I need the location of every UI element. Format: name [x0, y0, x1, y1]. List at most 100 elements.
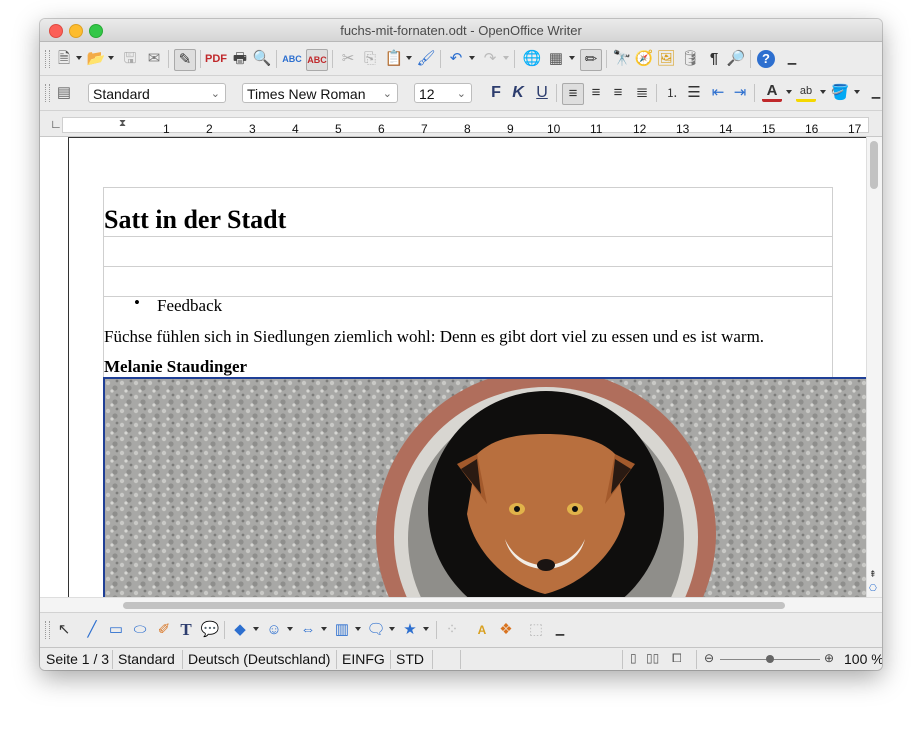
select-pointer-icon[interactable]: ↖: [54, 620, 74, 640]
toolbar-overflow-icon[interactable]: ▁: [866, 83, 882, 103]
navigation-icon[interactable]: ⎔: [869, 583, 877, 594]
callout-shapes-icon[interactable]: 🗨: [366, 620, 386, 640]
article-heading[interactable]: Satt in der Stadt: [104, 205, 286, 235]
page-indicator[interactable]: Seite 1 / 3: [46, 651, 109, 667]
highlighting-dropdown-icon[interactable]: [820, 90, 826, 94]
open-folder-icon[interactable]: 📂: [86, 49, 106, 69]
block-arrows-icon[interactable]: ⇔: [298, 620, 318, 640]
numbering-icon[interactable]: ⒈: [662, 83, 682, 103]
align-right-icon[interactable]: ≡: [608, 83, 628, 103]
email-document-icon[interactable]: ✉: [144, 49, 164, 69]
data-sources-icon[interactable]: 🛢: [680, 49, 700, 69]
left-indent-marker-icon[interactable]: ⧗: [119, 118, 126, 129]
show-draw-functions-icon[interactable]: ✏: [580, 49, 602, 71]
text-tool-icon[interactable]: T: [176, 620, 196, 640]
new-document-icon[interactable]: 🗎: [54, 49, 74, 69]
zoom-icon[interactable]: 🔎: [726, 49, 746, 69]
freeform-line-icon[interactable]: ✐: [154, 620, 174, 640]
table-icon[interactable]: ▦: [546, 49, 566, 69]
print-preview-icon[interactable]: 🔍: [252, 49, 272, 69]
fontwork-icon[interactable]: ❖: [496, 620, 516, 640]
paste-icon[interactable]: 📋: [384, 49, 404, 69]
fox-in-pipe-image[interactable]: [103, 377, 866, 597]
bullets-icon[interactable]: ☰: [684, 83, 704, 103]
extrusion-icon[interactable]: ⬚: [526, 620, 546, 640]
zoom-slider-knob[interactable]: [766, 655, 774, 663]
horizontal-scroll-thumb[interactable]: [123, 602, 785, 609]
flowcharts-icon[interactable]: ▥: [332, 620, 352, 640]
horizontal-ruler[interactable]: ∟ 1 2 3 4 5 6 7 8 9 10 11 12 13 14 15 16…: [40, 111, 882, 137]
undo-dropdown-icon[interactable]: [469, 56, 475, 60]
selection-mode-indicator[interactable]: STD: [396, 651, 424, 667]
open-dropdown-icon[interactable]: [108, 56, 114, 60]
decrease-indent-icon[interactable]: ⇤: [708, 83, 728, 103]
toolbar-grip[interactable]: [45, 84, 50, 102]
align-left-icon[interactable]: ≡: [562, 83, 584, 105]
stars-icon[interactable]: ★: [400, 620, 420, 640]
export-pdf-icon[interactable]: PDF: [205, 49, 227, 69]
highlighting-icon[interactable]: ab: [796, 83, 816, 102]
page-style-indicator[interactable]: Standard: [118, 651, 175, 667]
table-dropdown-icon[interactable]: [569, 56, 575, 60]
background-color-icon[interactable]: 🪣: [830, 83, 850, 103]
author-name[interactable]: Melanie Staudinger: [104, 357, 247, 377]
save-icon[interactable]: 🖫: [120, 49, 140, 69]
redo-icon[interactable]: ↷: [480, 49, 500, 69]
print-icon[interactable]: 🖶: [230, 49, 250, 69]
formatting-marks-icon[interactable]: ¶: [704, 49, 724, 69]
zoom-level[interactable]: 100 %: [844, 651, 882, 667]
toolbar-overflow-icon[interactable]: ▁: [550, 620, 570, 640]
zoom-in-icon[interactable]: ⊕: [824, 651, 834, 665]
italic-button[interactable]: K: [508, 83, 528, 103]
cut-icon[interactable]: ✂: [338, 49, 358, 69]
block-arrows-dropdown-icon[interactable]: [321, 627, 327, 631]
book-view-icon[interactable]: ⧠: [672, 651, 682, 666]
vertical-scrollbar[interactable]: ⇞ ⎔ ⇟: [866, 137, 882, 607]
line-icon[interactable]: ╱: [82, 620, 102, 640]
font-size-select[interactable]: 12 ⌄: [414, 83, 472, 103]
redo-dropdown-icon[interactable]: [503, 56, 509, 60]
lead-paragraph[interactable]: Füchse fühlen sich in Siedlungen ziemlic…: [104, 327, 764, 347]
copy-icon[interactable]: ⎘: [360, 49, 380, 69]
justify-icon[interactable]: ≣: [632, 83, 652, 103]
text-box-icon[interactable]: A: [472, 620, 492, 640]
paste-dropdown-icon[interactable]: [406, 56, 412, 60]
undo-icon[interactable]: ↶: [446, 49, 466, 69]
toolbar-grip[interactable]: [45, 621, 50, 639]
basic-shapes-dropdown-icon[interactable]: [253, 627, 259, 631]
toolbar-grip[interactable]: [45, 50, 50, 68]
horizontal-scrollbar[interactable]: [40, 597, 882, 613]
new-dropdown-icon[interactable]: [76, 56, 82, 60]
symbol-shapes-icon[interactable]: ☺: [264, 620, 284, 640]
increase-indent-icon[interactable]: ⇥: [730, 83, 750, 103]
styles-formatting-icon[interactable]: ▤: [54, 83, 74, 103]
feedback-list-item[interactable]: Feedback: [157, 296, 222, 316]
gallery-icon[interactable]: 🖼: [656, 49, 676, 69]
zoom-out-icon[interactable]: ⊖: [704, 651, 714, 665]
ellipse-icon[interactable]: ⬭: [130, 620, 150, 640]
callout-shapes-dropdown-icon[interactable]: [389, 627, 395, 631]
points-icon[interactable]: ⁘: [442, 620, 462, 640]
vertical-scroll-thumb[interactable]: [870, 141, 878, 189]
edit-file-icon[interactable]: ✎: [174, 49, 196, 71]
paragraph-style-select[interactable]: Standard ⌄: [88, 83, 226, 103]
callouts-icon[interactable]: 💬: [200, 620, 220, 640]
single-page-view-icon[interactable]: ▯: [630, 651, 637, 665]
navigator-icon[interactable]: 🧭: [634, 49, 654, 69]
font-name-select[interactable]: Times New Roman ⌄: [242, 83, 398, 103]
document-canvas[interactable]: Satt in der Stadt • Feedback Füchse fühl…: [40, 137, 866, 597]
bold-button[interactable]: F: [486, 83, 506, 103]
symbol-shapes-dropdown-icon[interactable]: [287, 627, 293, 631]
autospellcheck-icon[interactable]: ABC: [306, 49, 328, 71]
background-color-dropdown-icon[interactable]: [854, 90, 860, 94]
toolbar-overflow-icon[interactable]: ▁: [782, 49, 802, 69]
hyperlink-icon[interactable]: 🌐: [522, 49, 542, 69]
insert-mode-indicator[interactable]: EINFG: [342, 651, 385, 667]
multi-page-view-icon[interactable]: ▯▯: [646, 651, 659, 665]
font-color-icon[interactable]: A: [762, 82, 782, 102]
help-icon[interactable]: ?: [757, 50, 775, 68]
basic-shapes-icon[interactable]: ◆: [230, 620, 250, 640]
clone-formatting-icon[interactable]: 🖌: [416, 49, 436, 69]
rectangle-icon[interactable]: ▭: [106, 620, 126, 640]
flowcharts-dropdown-icon[interactable]: [355, 627, 361, 631]
